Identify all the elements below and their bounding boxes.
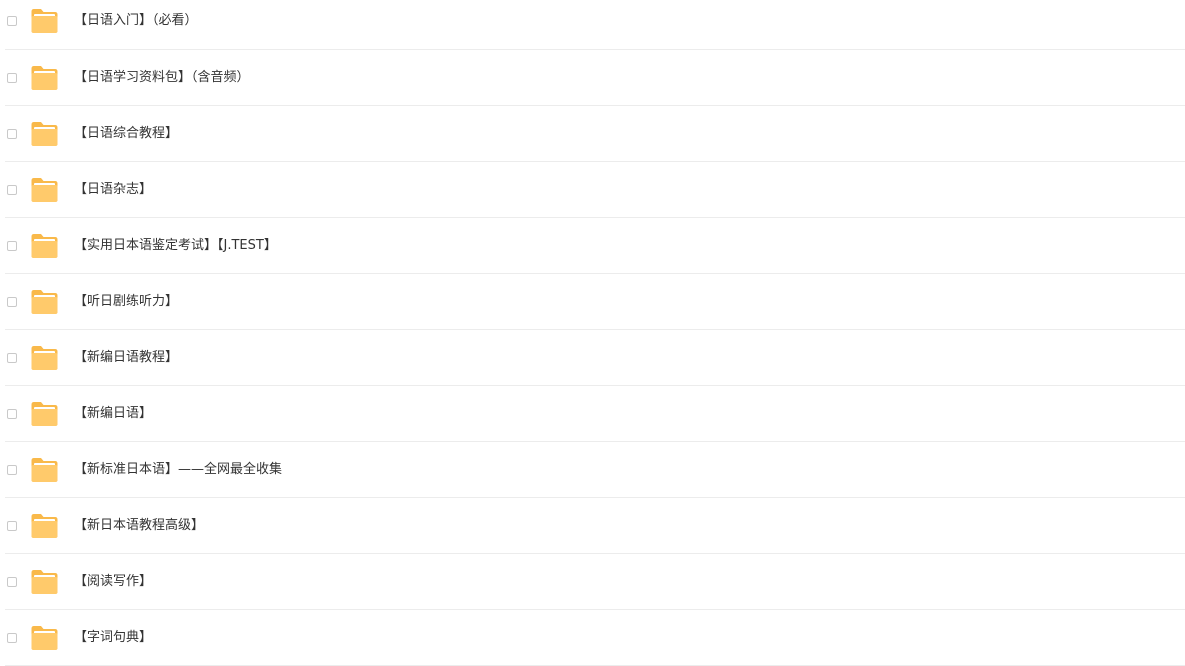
folder-icon [31,234,58,258]
file-name[interactable]: 【日语入门】（必看） [74,12,198,30]
list-item[interactable]: 【日语综合教程】 [0,106,1185,162]
file-name[interactable]: 【日语学习资料包】（含音频） [74,69,250,87]
list-item[interactable]: 【新日本语教程高级】 [0,498,1185,554]
file-name[interactable]: 【新日本语教程高级】 [74,517,204,535]
list-item[interactable]: 【新编日语】 [0,386,1185,442]
list-item[interactable]: 【新标准日本语】——全网最全收集 [0,442,1185,498]
folder-icon [31,122,58,146]
file-name[interactable]: 【听日剧练听力】 [74,293,178,311]
row-checkbox[interactable] [7,297,17,307]
list-item[interactable]: 【听日剧练听力】 [0,274,1185,330]
file-name[interactable]: 【日语综合教程】 [74,125,178,143]
list-item[interactable]: 【日语杂志】 [0,162,1185,218]
row-checkbox[interactable] [7,409,17,419]
folder-icon [31,346,58,370]
row-checkbox[interactable] [7,577,17,587]
folder-icon [31,458,58,482]
folder-icon [31,9,58,33]
list-item[interactable]: 【字词句典】 [0,610,1185,666]
list-item[interactable]: 【实用日本语鉴定考试】【J.TEST】 [0,218,1185,274]
file-name[interactable]: 【日语杂志】 [74,181,152,199]
row-checkbox[interactable] [7,633,17,643]
row-checkbox[interactable] [7,73,17,83]
file-name[interactable]: 【字词句典】 [74,629,152,647]
list-item[interactable]: 【新编日语教程】 [0,330,1185,386]
list-item[interactable]: 【阅读写作】 [0,554,1185,610]
folder-icon [31,66,58,90]
folder-icon [31,178,58,202]
file-name[interactable]: 【实用日本语鉴定考试】【J.TEST】 [74,237,277,255]
row-checkbox[interactable] [7,185,17,195]
folder-icon [31,570,58,594]
folder-icon [31,514,58,538]
file-list: 【日语入门】（必看） 【日语学习资料包】（含音频） 【日语综合教程】 【日语杂志… [0,0,1185,666]
list-item[interactable]: 【日语入门】（必看） [0,0,1185,50]
row-checkbox[interactable] [7,353,17,363]
file-name[interactable]: 【阅读写作】 [74,573,152,591]
file-name[interactable]: 【新编日语】 [74,405,152,423]
row-checkbox[interactable] [7,465,17,475]
folder-icon [31,290,58,314]
row-checkbox[interactable] [7,241,17,251]
row-checkbox[interactable] [7,521,17,531]
list-item[interactable]: 【日语学习资料包】（含音频） [0,50,1185,106]
row-checkbox[interactable] [7,129,17,139]
folder-icon [31,402,58,426]
file-name[interactable]: 【新编日语教程】 [74,349,178,367]
file-name[interactable]: 【新标准日本语】——全网最全收集 [74,461,282,479]
folder-icon [31,626,58,650]
row-checkbox[interactable] [7,16,17,26]
